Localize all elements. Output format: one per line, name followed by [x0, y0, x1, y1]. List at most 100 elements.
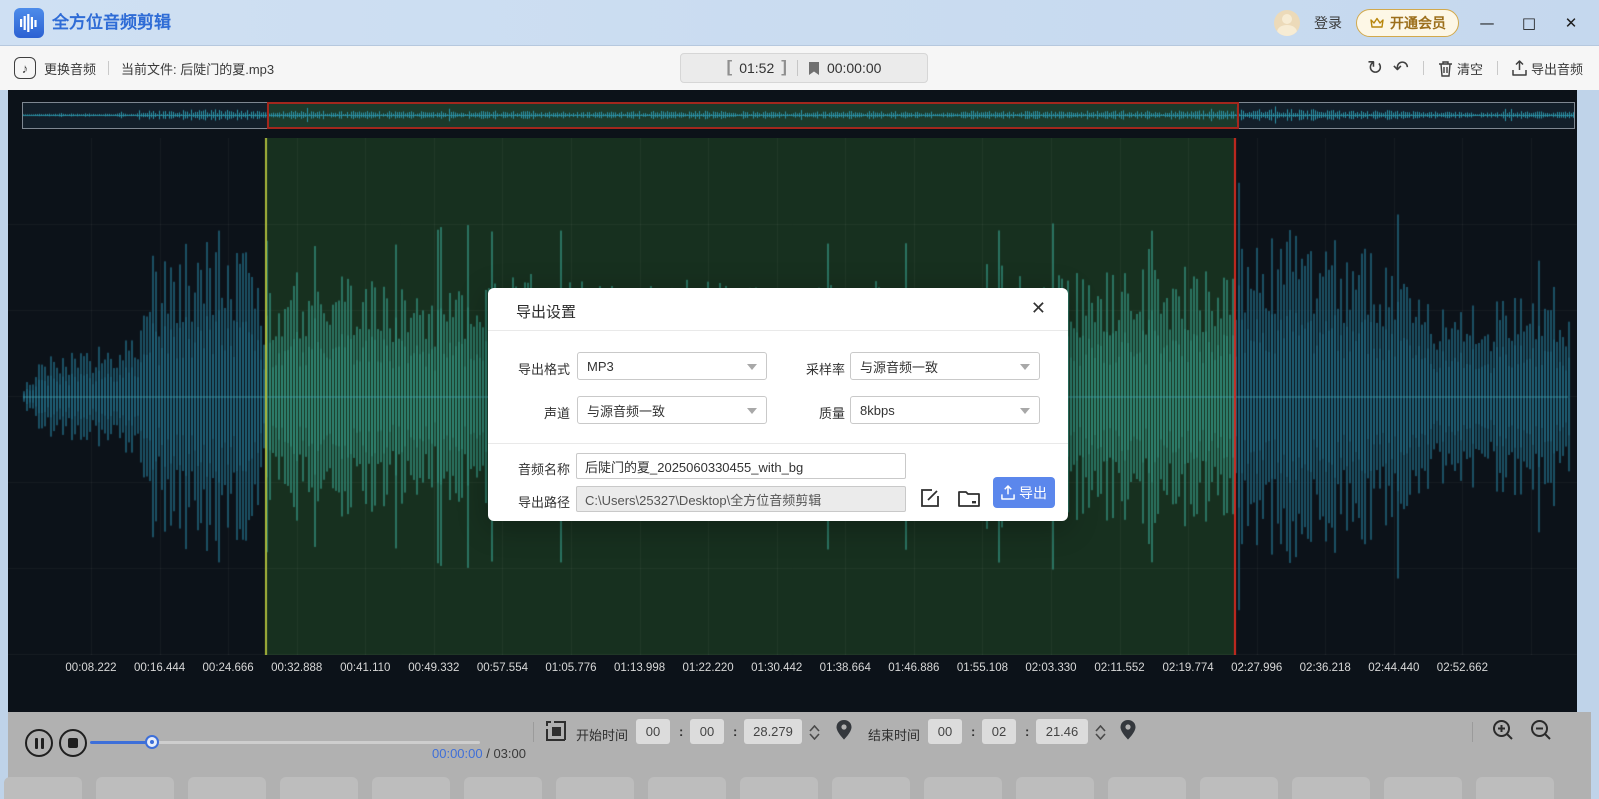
- bottom-tile[interactable]: [188, 777, 266, 799]
- change-audio-button[interactable]: 更换音频: [44, 59, 96, 78]
- axis-label: 02:44.440: [1368, 662, 1419, 674]
- open-folder-icon[interactable]: [958, 488, 980, 508]
- end-time-stepper[interactable]: [1092, 719, 1108, 745]
- user-avatar[interactable]: [1274, 10, 1300, 36]
- export-audio-button[interactable]: 导出音频: [1512, 59, 1583, 78]
- export-path-input[interactable]: C:\Users\25327\Desktop\全方位音频剪辑: [576, 486, 906, 512]
- bottom-tile[interactable]: [832, 777, 910, 799]
- end-time-label: 结束时间: [868, 725, 920, 744]
- bracket-close-icon: ]: [781, 57, 787, 77]
- stop-button[interactable]: [59, 729, 87, 757]
- bottom-tile[interactable]: [648, 777, 726, 799]
- chevron-down-icon: [1020, 408, 1030, 414]
- membership-label: 开通会员: [1390, 13, 1446, 33]
- quality-select[interactable]: 8kbps: [850, 396, 1040, 424]
- overview-waveform-canvas[interactable]: [23, 103, 1574, 128]
- bottom-tile[interactable]: [740, 777, 818, 799]
- export-path-label: 导出路径: [498, 492, 570, 511]
- pause-button[interactable]: [25, 729, 53, 757]
- samplerate-value: 与源音频一致: [860, 357, 938, 376]
- axis-label: 00:57.554: [477, 662, 528, 674]
- clear-button[interactable]: 清空: [1438, 59, 1483, 78]
- start-marker-pin-icon[interactable]: [836, 720, 852, 740]
- divider: [488, 330, 1068, 331]
- channel-select[interactable]: 与源音频一致: [577, 396, 767, 424]
- export-settings-dialog: 导出设置 ✕ 导出格式 MP3 采样率 与源音频一致 声道 与源音频一致 质量 …: [488, 288, 1068, 521]
- bottom-tile[interactable]: [1016, 777, 1094, 799]
- bottom-tile[interactable]: [1476, 777, 1554, 799]
- axis-label: 02:27.996: [1231, 662, 1282, 674]
- axis-label: 02:19.774: [1163, 662, 1214, 674]
- marker-time: 00:00:00: [827, 60, 882, 76]
- quality-label: 质量: [773, 403, 845, 422]
- start-time-stepper[interactable]: [806, 719, 822, 745]
- divider: [1497, 61, 1498, 75]
- music-note-icon: ♪: [14, 57, 36, 79]
- colon: :: [679, 724, 683, 739]
- membership-button[interactable]: 开通会员: [1356, 9, 1459, 37]
- chevron-down-icon: [747, 364, 757, 370]
- bottom-tile[interactable]: [280, 777, 358, 799]
- bracket-open-icon: [: [727, 57, 733, 77]
- end-marker-pin-icon[interactable]: [1120, 720, 1136, 740]
- export-button[interactable]: 导出: [993, 477, 1055, 508]
- samplerate-select[interactable]: 与源音频一致: [850, 352, 1040, 380]
- slider-fill: [90, 741, 152, 744]
- maximize-button[interactable]: □: [1515, 9, 1543, 37]
- colon: :: [1025, 724, 1029, 739]
- dialog-close-icon[interactable]: ✕: [1031, 298, 1046, 319]
- upload-icon: [1512, 60, 1527, 76]
- current-file-label: 当前文件: 后陡门的夏.mp3: [121, 59, 274, 78]
- audio-name-input[interactable]: 后陡门的夏_2025060330455_with_bg: [576, 453, 906, 479]
- bottom-tile[interactable]: [96, 777, 174, 799]
- redo-icon[interactable]: ↶: [1393, 59, 1409, 78]
- divider: [533, 722, 534, 742]
- audio-name-label: 音频名称: [498, 459, 570, 478]
- bottom-tile[interactable]: [1292, 777, 1370, 799]
- divider: [1472, 722, 1473, 742]
- minimize-button[interactable]: —: [1473, 9, 1501, 37]
- axis-label: 00:49.332: [408, 662, 459, 674]
- start-hour-field[interactable]: 00: [636, 719, 670, 744]
- end-minute-field[interactable]: 02: [982, 719, 1016, 744]
- format-label: 导出格式: [498, 359, 570, 378]
- bottom-tile[interactable]: [372, 777, 450, 799]
- bottom-tile[interactable]: [924, 777, 1002, 799]
- zoom-in-icon[interactable]: [1492, 719, 1514, 741]
- app-title: 全方位音频剪辑: [52, 0, 171, 46]
- bottom-tile[interactable]: [464, 777, 542, 799]
- axis-label: 01:13.998: [614, 662, 665, 674]
- stop-icon: [68, 738, 78, 748]
- end-hour-field[interactable]: 00: [928, 719, 962, 744]
- upload-icon: [1001, 485, 1015, 500]
- axis-label: 01:55.108: [957, 662, 1008, 674]
- bottom-tile[interactable]: [556, 777, 634, 799]
- selection-time-display: [ 01:52 ] 00:00:00: [680, 53, 928, 83]
- pause-icon: [35, 738, 44, 749]
- bottom-tile[interactable]: [1108, 777, 1186, 799]
- close-button[interactable]: ✕: [1557, 9, 1585, 37]
- slider-thumb[interactable]: [145, 735, 159, 749]
- chevron-down-icon: [1020, 364, 1030, 370]
- playback-slider[interactable]: [90, 735, 480, 749]
- format-select[interactable]: MP3: [577, 352, 767, 380]
- axis-label: 02:11.552: [1094, 662, 1144, 674]
- bottom-tile[interactable]: [1384, 777, 1462, 799]
- start-second-field[interactable]: 28.279: [744, 719, 802, 744]
- login-button[interactable]: 登录: [1314, 13, 1342, 33]
- axis-label: 01:46.886: [888, 662, 939, 674]
- toolbar: ♪ 更换音频 当前文件: 后陡门的夏.mp3 [ 01:52 ] 00:00:0…: [0, 46, 1599, 90]
- channel-label: 声道: [498, 403, 570, 422]
- start-minute-field[interactable]: 00: [690, 719, 724, 744]
- waveform-overview[interactable]: [22, 102, 1575, 129]
- undo-icon[interactable]: ↻: [1367, 59, 1383, 78]
- zoom-out-icon[interactable]: [1530, 719, 1552, 741]
- bottom-tile[interactable]: [1200, 777, 1278, 799]
- total-time: 03:00: [493, 746, 526, 761]
- end-second-field[interactable]: 21.46: [1036, 719, 1088, 744]
- axis-label: 01:05.776: [545, 662, 596, 674]
- bottom-tile[interactable]: [4, 777, 82, 799]
- edit-path-icon[interactable]: [920, 488, 940, 508]
- current-time: 00:00:00: [432, 746, 483, 761]
- axis-label: 01:22.220: [683, 662, 734, 674]
